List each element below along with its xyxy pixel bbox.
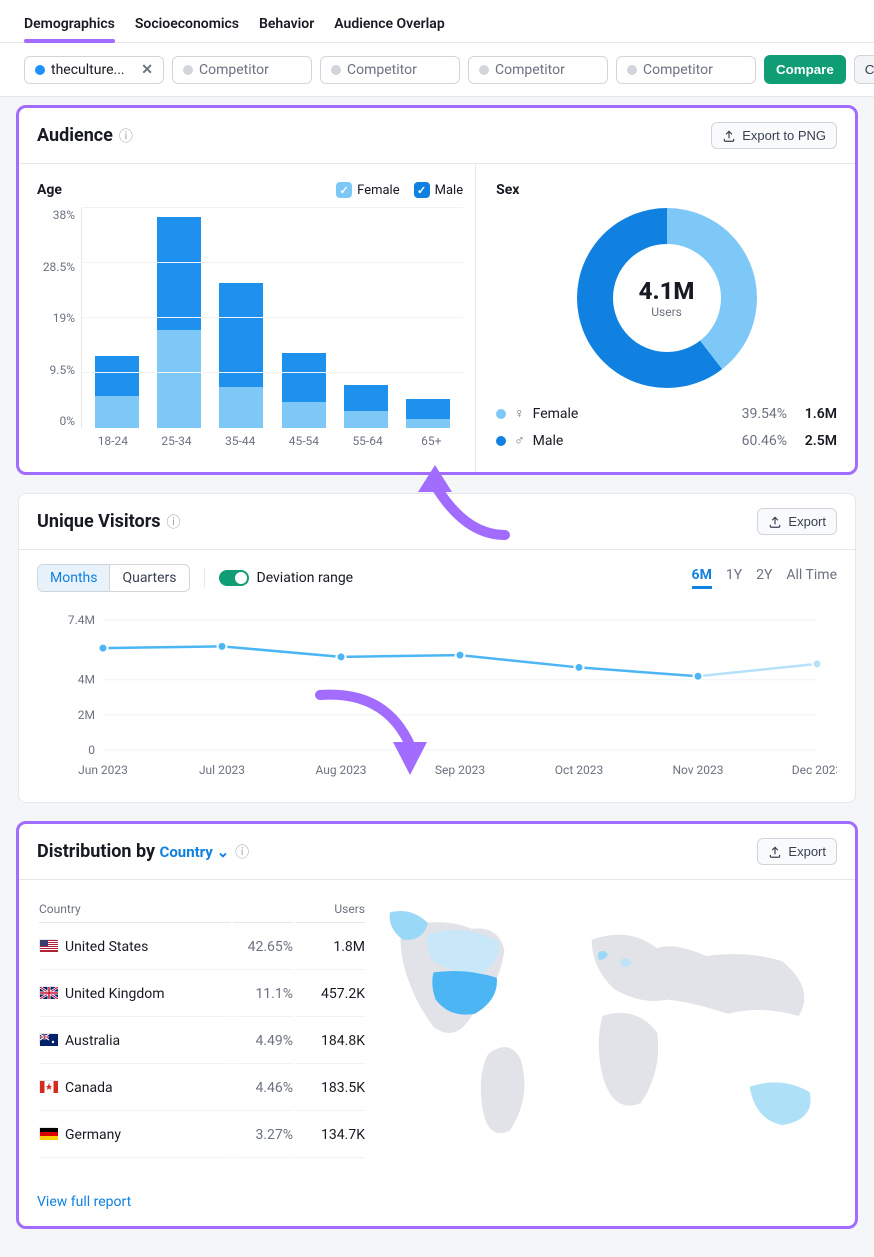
time-granularity: Months Quarters <box>37 564 190 592</box>
compare-button[interactable]: Compare <box>764 55 846 84</box>
card-title: Audience <box>37 125 113 146</box>
export-png-button[interactable]: Export to PNG <box>711 122 837 149</box>
flag-icon <box>39 1080 57 1092</box>
competitor-chip[interactable]: Competitor <box>616 56 756 84</box>
range-alltime[interactable]: All Time <box>786 567 837 589</box>
export-button[interactable]: Export <box>757 508 837 535</box>
table-row[interactable]: United Kingdom11.1%457.2K <box>39 972 365 1017</box>
info-icon[interactable]: ⓘ <box>119 126 133 146</box>
dot-icon <box>35 65 45 75</box>
close-icon[interactable]: ✕ <box>141 62 153 78</box>
world-map[interactable] <box>379 894 837 1160</box>
dot-icon <box>479 65 489 75</box>
tab-socioeconomics[interactable]: Socioeconomics <box>135 10 239 42</box>
competitor-chip[interactable]: Competitor <box>320 56 460 84</box>
sex-legend-row: ♀Female39.54%1.6M <box>496 400 837 427</box>
seg-months[interactable]: Months <box>38 565 110 591</box>
dot-icon <box>331 65 341 75</box>
clear-button[interactable]: Clear <box>854 55 874 84</box>
card-title: Distribution by Country ⌄ <box>37 841 229 862</box>
svg-text:Nov 2023: Nov 2023 <box>672 763 723 777</box>
info-icon[interactable]: ⓘ <box>167 512 181 532</box>
competitor-chip[interactable]: Competitor <box>468 56 608 84</box>
info-icon[interactable]: ⓘ <box>235 842 249 862</box>
table-row[interactable]: Canada4.46%183.5K <box>39 1066 365 1111</box>
age-bar-chart: 38%28.5%19%9.5%0% <box>37 208 463 428</box>
tabs-bar: Demographics Socioeconomics Behavior Aud… <box>0 0 874 43</box>
svg-text:Oct 2023: Oct 2023 <box>555 763 603 777</box>
th-users: Users <box>295 896 365 923</box>
sex-donut-chart: 4.1M Users <box>577 208 757 388</box>
upload-icon <box>768 515 782 529</box>
table-row[interactable]: Germany3.27%134.7K <box>39 1113 365 1158</box>
toggle-icon <box>219 570 249 586</box>
checkbox-male[interactable]: ✓ <box>414 182 430 198</box>
dot-icon <box>183 65 193 75</box>
svg-text:0: 0 <box>88 743 95 757</box>
seg-quarters[interactable]: Quarters <box>110 565 188 591</box>
upload-icon <box>768 845 782 859</box>
range-2y[interactable]: 2Y <box>756 567 772 589</box>
competitor-chip[interactable]: Competitor <box>172 56 312 84</box>
svg-text:7.4M: 7.4M <box>68 613 95 627</box>
tab-behavior[interactable]: Behavior <box>259 10 314 42</box>
flag-icon <box>39 986 57 998</box>
distribution-card: Distribution by Country ⌄ ⓘ Export Count… <box>18 823 856 1227</box>
distribution-table: Country Users United States42.65%1.8MUni… <box>37 894 367 1160</box>
age-panel: Age ✓Female ✓Male 38%28.5%19%9.5%0% 18-2… <box>19 164 476 472</box>
svg-text:2M: 2M <box>78 708 95 722</box>
range-selector: 6M 1Y 2Y All Time <box>692 567 837 589</box>
table-row[interactable]: Australia4.49%184.8K <box>39 1019 365 1064</box>
dot-icon <box>627 65 637 75</box>
sex-legend-row: ♂Male60.46%2.5M <box>496 427 837 454</box>
checkbox-female[interactable]: ✓ <box>336 182 352 198</box>
svg-text:Jun 2023: Jun 2023 <box>78 763 128 777</box>
tab-audience-overlap[interactable]: Audience Overlap <box>334 10 444 42</box>
arrow-down-icon <box>300 680 440 780</box>
svg-text:Dec 2023: Dec 2023 <box>792 763 837 777</box>
donut-label: Users <box>639 305 695 319</box>
table-row[interactable]: United States42.65%1.8M <box>39 925 365 970</box>
audience-card: Audience ⓘ Export to PNG Age ✓Female ✓Ma… <box>18 107 856 473</box>
competitor-chip-filled[interactable]: theculture... ✕ <box>24 56 164 84</box>
card-title: Unique Visitors <box>37 511 161 532</box>
age-title: Age <box>37 182 62 198</box>
flag-icon <box>39 1127 57 1139</box>
range-6m[interactable]: 6M <box>692 567 712 589</box>
range-1y[interactable]: 1Y <box>726 567 742 589</box>
flag-icon <box>39 1033 57 1045</box>
tab-demographics[interactable]: Demographics <box>24 10 115 42</box>
th-country: Country <box>39 896 231 923</box>
world-map-svg <box>379 894 837 1160</box>
upload-icon <box>722 129 736 143</box>
svg-text:Sep 2023: Sep 2023 <box>435 763 485 777</box>
competitor-chip-label: theculture... <box>51 62 125 78</box>
flag-icon <box>39 939 57 951</box>
view-full-report-link[interactable]: View full report <box>19 1178 149 1226</box>
sex-panel: Sex 4.1M Users ♀Female39.54%1.6M♂Male60.… <box>476 164 855 472</box>
deviation-toggle[interactable]: Deviation range <box>219 570 354 586</box>
export-button[interactable]: Export <box>757 838 837 865</box>
competitor-row: theculture... ✕ Competitor Competitor Co… <box>0 43 874 97</box>
arrow-up-icon <box>410 460 530 550</box>
donut-value: 4.1M <box>639 277 695 305</box>
svg-text:4M: 4M <box>78 673 95 687</box>
svg-text:Jul 2023: Jul 2023 <box>199 763 245 777</box>
distribution-dimension-dropdown[interactable]: Country ⌄ <box>160 843 230 861</box>
sex-title: Sex <box>496 182 519 198</box>
chevron-down-icon: ⌄ <box>217 843 230 861</box>
